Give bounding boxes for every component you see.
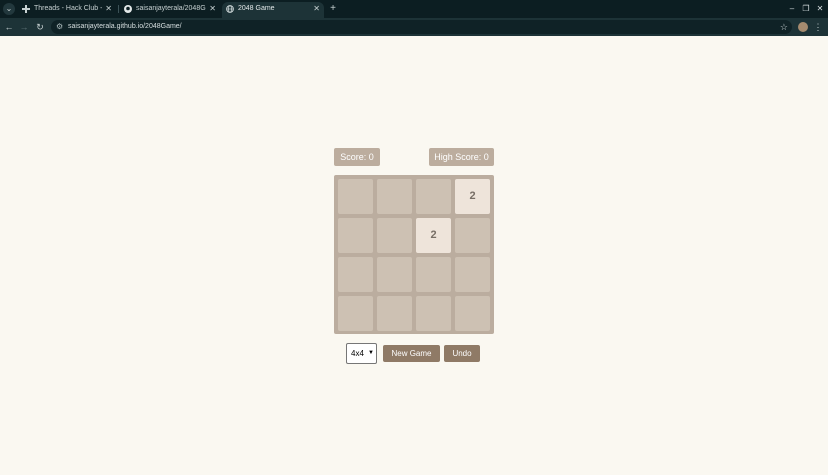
empty-cell	[377, 218, 412, 253]
empty-cell	[455, 257, 490, 292]
close-icon[interactable]: ✕	[209, 2, 216, 16]
new-tab-button[interactable]: +	[327, 2, 339, 16]
grid-size-value: 4x4	[351, 349, 364, 358]
tab-separator	[118, 5, 119, 13]
reload-icon[interactable]: ↻	[33, 20, 47, 34]
github-icon	[124, 5, 132, 13]
tab-2048-game[interactable]: 2048 Game ✕	[222, 2, 324, 18]
tab-title: 2048 Game	[238, 5, 275, 12]
close-icon[interactable]: ✕	[105, 2, 112, 16]
empty-cell	[455, 218, 490, 253]
empty-cell	[377, 257, 412, 292]
tab-github-repo[interactable]: saisanjayterala/2048Gam ✕	[120, 2, 220, 18]
empty-cell	[416, 296, 451, 331]
grid-size-select[interactable]: 4x4 ▼	[346, 343, 377, 364]
tab-title: saisanjayterala/2048Gam	[136, 5, 206, 12]
browser-tab-strip: ⌄ Threads - Hack Club - Sla ✕ saisanjayt…	[0, 0, 828, 18]
new-game-button[interactable]: New Game	[383, 345, 440, 362]
slack-icon	[22, 5, 30, 13]
back-arrow-icon[interactable]: ←	[2, 20, 16, 34]
tab-threads-hack-club[interactable]: Threads - Hack Club - Sla ✕	[18, 2, 116, 18]
empty-cell	[338, 218, 373, 253]
close-window-icon[interactable]: ✕	[814, 2, 826, 16]
tab-title: Threads - Hack Club - Sla	[34, 5, 102, 12]
address-bar[interactable]: ⚙ saisanjayterala.github.io/2048Game/ ☆	[51, 20, 792, 34]
close-icon[interactable]: ✕	[313, 2, 320, 16]
empty-cell	[338, 179, 373, 214]
empty-cell	[338, 257, 373, 292]
undo-button[interactable]: Undo	[444, 345, 480, 362]
empty-cell	[455, 296, 490, 331]
site-info-icon[interactable]: ⚙	[56, 20, 63, 34]
url-text[interactable]: saisanjayterala.github.io/2048Game/	[68, 20, 182, 34]
empty-cell	[377, 296, 412, 331]
tile: 2	[416, 218, 451, 253]
minimize-icon[interactable]: –	[786, 2, 798, 16]
restore-icon[interactable]: ❐	[800, 2, 812, 16]
browser-toolbar: ← → ↻ ⚙ saisanjayterala.github.io/2048Ga…	[0, 18, 828, 36]
empty-cell	[416, 257, 451, 292]
tile: 2	[455, 179, 490, 214]
tab-search-icon[interactable]: ⌄	[3, 3, 15, 15]
empty-cell	[416, 179, 451, 214]
profile-avatar[interactable]	[798, 22, 808, 32]
menu-kebab-icon[interactable]: ⋮	[813, 20, 823, 34]
chevron-down-icon: ▼	[368, 350, 374, 356]
globe-icon	[226, 5, 234, 13]
forward-arrow-icon[interactable]: →	[17, 20, 31, 34]
high-score-display: High Score: 0	[429, 148, 494, 166]
game-board: 22	[334, 175, 494, 334]
bookmark-star-icon[interactable]: ☆	[780, 20, 788, 34]
empty-cell	[338, 296, 373, 331]
empty-cell	[377, 179, 412, 214]
score-display: Score: 0	[334, 148, 380, 166]
